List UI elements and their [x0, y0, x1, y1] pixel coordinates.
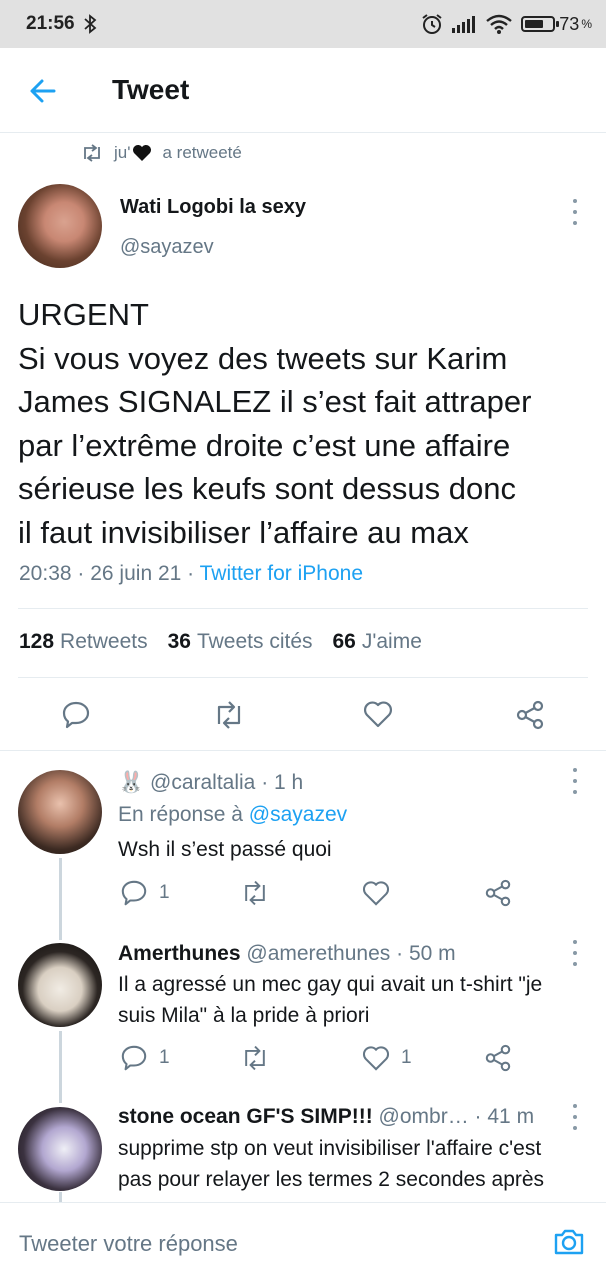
status-bar: 21:56 73%: [0, 0, 606, 48]
tweet-meta: 20:38 · 26 juin 21 · Twitter for iPhone: [19, 562, 364, 585]
reply-header: stone ocean GF'S SIMP!!! @ombr… · 41 m: [118, 1105, 535, 1128]
retweet-context[interactable]: ju' a retweeté: [80, 143, 242, 163]
tweet-text: URGENT Si vous voyez des tweets sur Kari…: [18, 293, 598, 554]
retweet-label: a retweeté: [162, 143, 242, 162]
tweet-stats: 128 Retweets 36 Tweets cités 66 J'aime: [19, 630, 422, 654]
reply-header: 🐰 @caraltalia · 1 h: [118, 771, 304, 794]
wifi-icon: [485, 13, 513, 35]
reply-header: Amerthunes @amerethunes · 50 m: [118, 942, 456, 965]
more-options-icon[interactable]: [570, 940, 580, 966]
reply-age: 1 h: [274, 771, 304, 794]
share-icon[interactable]: [515, 700, 545, 730]
share-icon[interactable]: [484, 879, 512, 907]
author-avatar[interactable]: [18, 184, 102, 268]
more-options-icon[interactable]: [570, 768, 580, 794]
reply-age: 50 m: [408, 942, 456, 965]
reply-to-line: En réponse à @sayazev: [118, 803, 347, 827]
reply-icon[interactable]: [120, 1044, 148, 1072]
reply-text-line: supprime stp on veut invisibiliser l'aff…: [118, 1137, 542, 1160]
reply-icon[interactable]: [120, 879, 148, 907]
page-title: Tweet: [112, 74, 190, 105]
reply-emoji: 🐰: [118, 771, 145, 794]
top-app-bar: Tweet: [0, 48, 606, 133]
reply-author-name[interactable]: stone ocean GF'S SIMP!!!: [118, 1105, 373, 1128]
alarm-icon: [421, 13, 443, 35]
black-heart-icon: [132, 144, 152, 162]
like-icon[interactable]: [362, 1045, 390, 1071]
battery-icon: [521, 16, 560, 32]
status-time: 21:56: [26, 13, 75, 34]
reply-age: 41 m: [487, 1105, 535, 1128]
divider: [0, 750, 606, 751]
retweet-action-icon[interactable]: [240, 1044, 270, 1072]
divider: [18, 608, 588, 609]
quotes-label: Tweets cités: [196, 630, 313, 653]
thread-connector: [59, 858, 62, 940]
reply-text: Il a agressé un mec gay qui avait un t-s…: [118, 969, 598, 1031]
more-options-icon[interactable]: [570, 1104, 580, 1130]
reply-text-line: pas pour relayer les termes 2 secondes a…: [118, 1168, 545, 1191]
tweet-text-line: sérieuse les keufs sont dessus donc: [18, 471, 516, 506]
quotes-count: 36: [167, 630, 191, 653]
reply-text: supprime stp on veut invisibiliser l'aff…: [118, 1133, 598, 1195]
camera-icon[interactable]: [552, 1225, 586, 1259]
reply-text-line: suis Mila" à la pride à priori: [118, 1004, 370, 1027]
reply-avatar[interactable]: [18, 1107, 102, 1191]
reply-handle[interactable]: @ombr…: [379, 1105, 469, 1128]
author-handle[interactable]: @sayazev: [120, 236, 214, 259]
reply-to-link[interactable]: @sayazev: [249, 803, 347, 826]
back-arrow-icon[interactable]: [28, 76, 58, 106]
reply-input-placeholder[interactable]: Tweeter votre réponse: [19, 1231, 238, 1257]
quotes-stat[interactable]: 36 Tweets cités: [168, 630, 313, 654]
like-count: 1: [401, 1047, 412, 1068]
battery-indicator: 73%: [521, 14, 592, 35]
tweet-time: 20:38: [19, 562, 72, 585]
tweet-text-line: Si vous voyez des tweets sur Karim: [18, 340, 508, 376]
thread-connector: [59, 1192, 62, 1202]
retweet-action-icon[interactable]: [212, 700, 246, 730]
reply-avatar[interactable]: [18, 770, 102, 854]
retweet-action-icon[interactable]: [240, 879, 270, 907]
thread-connector: [59, 1031, 62, 1103]
reply-to-prefix: En réponse à: [118, 803, 243, 826]
reply-count: 1: [159, 882, 170, 903]
likes-count: 66: [332, 630, 356, 653]
signal-icon: [451, 14, 477, 34]
retweet-icon: [80, 144, 104, 162]
reply-handle[interactable]: @amerethunes: [246, 942, 390, 965]
likes-stat[interactable]: 66 J'aime: [333, 630, 422, 654]
tweet-text-line: il faut invisibiliser l’affaire au max: [18, 514, 469, 550]
retweets-count: 128: [19, 630, 55, 653]
share-icon[interactable]: [484, 1044, 512, 1072]
bluetooth-icon: [83, 14, 97, 34]
reply-text-line: Wsh il s’est passé quoi: [118, 838, 332, 861]
reply-author-name[interactable]: Amerthunes: [118, 942, 241, 965]
reply-count: 1: [159, 1047, 170, 1068]
reply-text: Wsh il s’est passé quoi: [118, 834, 598, 865]
likes-label: J'aime: [361, 630, 422, 653]
reply-text-line: Il a agressé un mec gay qui avait un t-s…: [118, 973, 543, 996]
like-icon[interactable]: [362, 880, 390, 906]
tweet-date: 26 juin 21: [90, 562, 182, 585]
tweet-text-line: URGENT: [18, 297, 149, 332]
battery-percent: 73: [559, 13, 580, 34]
battery-percent-sign: %: [581, 17, 592, 31]
retweeter-name: ju': [114, 143, 131, 162]
tweet-text-line: par l’extrême droite c’est une affaire: [18, 427, 511, 463]
tweet-source-link[interactable]: Twitter for iPhone: [200, 562, 363, 585]
retweets-label: Retweets: [60, 630, 148, 653]
like-icon[interactable]: [363, 700, 393, 728]
reply-handle[interactable]: @caraltalia: [150, 771, 255, 794]
retweets-stat[interactable]: 128 Retweets: [19, 630, 148, 654]
reply-avatar[interactable]: [18, 943, 102, 1027]
more-options-icon[interactable]: [570, 199, 580, 225]
divider: [18, 677, 588, 678]
reply-icon[interactable]: [61, 700, 91, 730]
tweet-text-line: James SIGNALEZ il s’est fait attraper: [18, 384, 532, 419]
author-name[interactable]: Wati Logobi la sexy: [120, 196, 306, 219]
reply-composer[interactable]: Tweeter votre réponse: [0, 1202, 606, 1280]
